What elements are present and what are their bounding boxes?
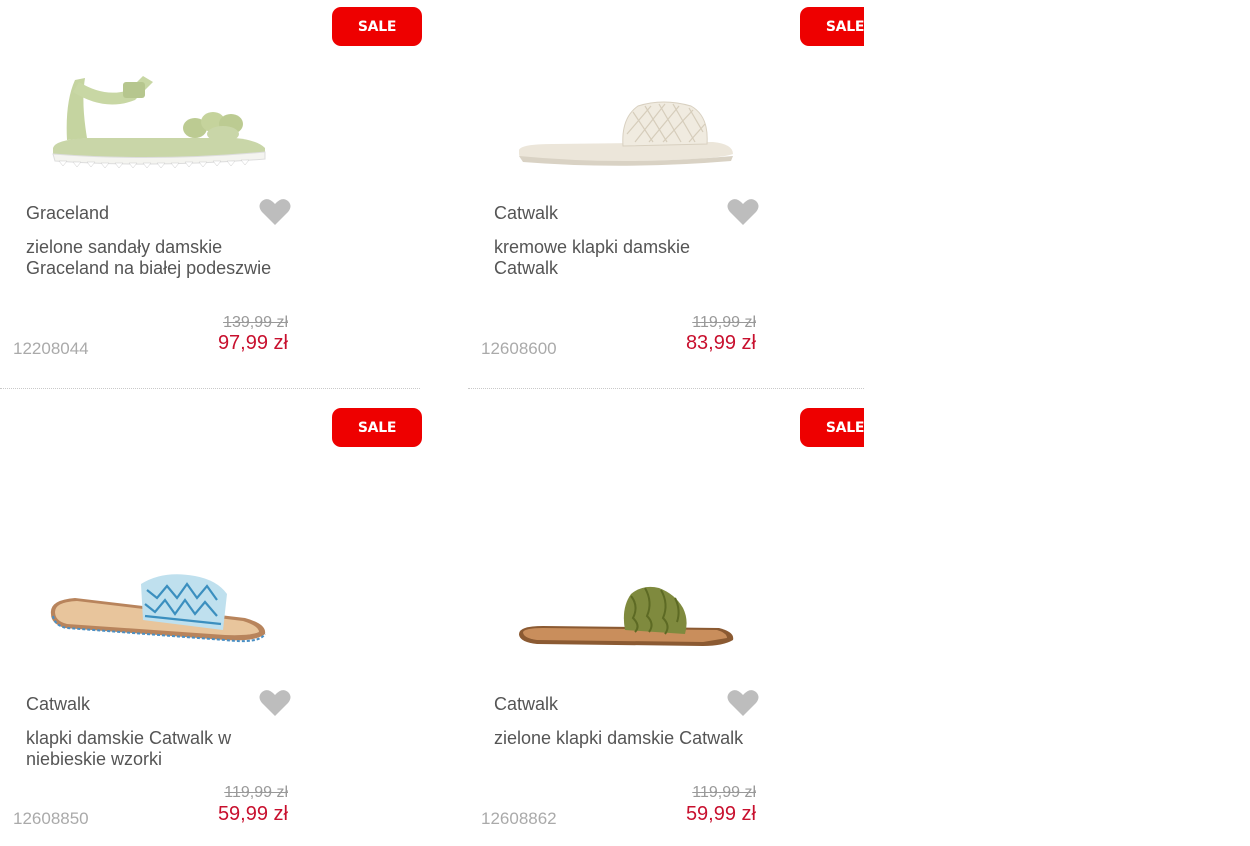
product-sku: 12608600: [481, 339, 557, 358]
product-brand: Catwalk: [494, 694, 559, 714]
product-grid: SALE Graceland zielone sandały damskie G…: [0, 0, 864, 846]
product-name[interactable]: klapki damskie Catwalk w niebieskie wzor…: [26, 728, 286, 770]
sale-price: 59,99 zł: [217, 803, 288, 825]
product-card[interactable]: SALE Catwalk klapki damskie Catwalk w ni…: [0, 400, 422, 846]
heart-icon[interactable]: [727, 689, 759, 717]
heart-icon[interactable]: [259, 689, 291, 717]
product-brand: Catwalk: [494, 203, 559, 223]
product-brand: Graceland: [26, 203, 110, 223]
product-name[interactable]: zielone sandały damskie Graceland na bia…: [26, 237, 286, 279]
sale-price: 83,99 zł: [685, 332, 756, 354]
sale-badge: SALE: [800, 408, 864, 447]
cream-slide-image[interactable]: [513, 62, 738, 172]
blue-pattern-slide-image[interactable]: [45, 572, 270, 682]
product-name[interactable]: zielone klapki damskie Catwalk: [494, 728, 754, 749]
product-brand: Catwalk: [26, 694, 91, 714]
product-name[interactable]: kremowe klapki damskie Catwalk: [494, 237, 754, 279]
product-sku: 12608862: [481, 809, 557, 828]
sale-price: 97,99 zł: [217, 332, 288, 354]
product-card[interactable]: SALE Catwalk kremowe klapki damskie Catw…: [468, 0, 864, 389]
green-sandal-image[interactable]: [45, 62, 270, 172]
old-price: 119,99 zł: [692, 314, 756, 331]
sale-badge: SALE: [332, 408, 422, 447]
sale-price: 59,99 zł: [685, 803, 756, 825]
product-sku: 12208044: [13, 339, 89, 358]
old-price: 119,99 zł: [692, 784, 756, 801]
product-card[interactable]: SALE Catwalk zielone klapki damskie Catw…: [468, 400, 864, 846]
old-price: 139,99 zł: [223, 314, 288, 331]
old-price: 119,99 zł: [224, 784, 288, 801]
heart-icon[interactable]: [259, 198, 291, 226]
product-card[interactable]: SALE Graceland zielone sandały damskie G…: [0, 0, 422, 389]
heart-icon[interactable]: [727, 198, 759, 226]
product-sku: 12608850: [13, 809, 89, 828]
green-ruffle-slide-image[interactable]: [513, 572, 738, 682]
sale-badge: SALE: [800, 7, 864, 46]
sale-badge: SALE: [332, 7, 422, 46]
